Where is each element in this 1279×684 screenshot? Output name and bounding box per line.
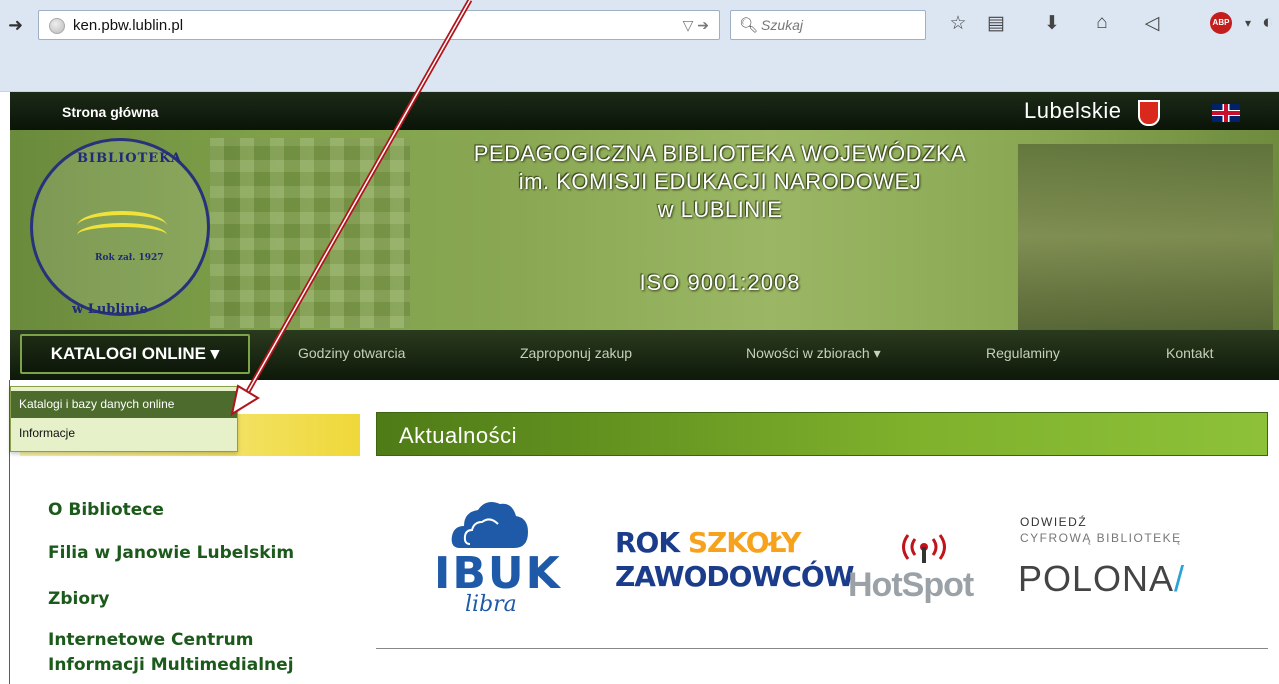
back-arrow-icon[interactable]: ➜ [8,14,30,36]
polona-tagline-1: ODWIEDŹ [1020,515,1088,529]
sync-icon[interactable]: ◐ [1256,12,1279,34]
region-label[interactable]: Lubelskie [1024,98,1121,124]
polona-logo[interactable]: POLONA/ [1018,558,1185,600]
sidebar-link-filia[interactable]: Filia w Janowie Lubelskim [48,543,294,563]
region-shield-icon[interactable] [1138,100,1160,126]
bookmark-star-icon[interactable]: ☆ [946,12,970,35]
search-icon: 🔍︎ [739,17,759,34]
news-section-header: Aktualności [376,412,1268,456]
home-link[interactable]: Strona główna [62,104,158,120]
building-image [210,138,410,328]
globe-icon [49,18,65,34]
news-title: Aktualności [399,423,518,448]
home-icon[interactable]: ⌂ [1090,12,1114,34]
sidebar-link-o-bibliotece[interactable]: O Bibliotece [48,500,164,520]
institution-line-2: im. KOMISJI EDUKACJI NARODOWEJ [518,169,922,194]
main-navigation: KATALOGI ONLINE ▾ Godziny otwarcia Zapro… [10,330,1279,378]
library-seal-logo: BIBLIOTEKA Rok zał. 1927 [30,138,210,316]
reading-room-image [1018,144,1273,330]
uk-flag-icon[interactable] [1212,104,1240,122]
download-icon[interactable]: ⬇ [1040,12,1064,35]
polona-tagline-2: CYFROWĄ BIBLIOTEKĘ [1020,531,1182,545]
iso-certification: ISO 9001:2008 [639,270,801,295]
szkoly-text: SZKOŁY [687,526,802,559]
nav-nowosci[interactable]: Nowości w zbiorach ▾ [746,345,881,362]
sidebar-link-icim-1[interactable]: Internetowe Centrum [48,630,254,650]
banner: BIBLIOTEKA Rok zał. 1927 w Lublinie PEDA… [10,130,1279,330]
ibuk-libra-text[interactable]: libra [465,592,517,617]
nav-katalogi-online[interactable]: KATALOGI ONLINE ▾ [20,334,250,374]
institution-line-3: w LUBLINIE [657,197,783,222]
url-text[interactable]: ken.pbw.lublin.pl [73,17,183,34]
rok-text: ROK [615,526,688,559]
institution-name: PEDAGOGICZNA BIBLIOTEKA WOJEWÓDZKA im. K… [410,140,1030,224]
sidebar-link-icim-2[interactable]: Informacji Multimedialnej [48,655,294,675]
seal-top-text: BIBLIOTEKA [77,151,183,166]
polona-slash: / [1174,558,1186,599]
sidebar-link-zbiory[interactable]: Zbiory [48,589,109,609]
adblock-icon[interactable]: ABP [1210,12,1232,34]
polona-text: POLONA [1018,558,1175,599]
menu-item-informacje[interactable]: Informacje [11,420,237,447]
nav-kontakt[interactable]: Kontakt [1166,345,1213,361]
seal-city: w Lublinie [72,302,148,317]
rok-szkoly-logo-line2[interactable]: ZAWODOWCÓW [615,560,855,593]
search-placeholder[interactable]: Szukaj [761,17,803,33]
ibuk-cloud-icon [451,502,528,548]
site-header: Strona główna Lubelskie BIBLIOTEKA Rok z… [10,92,1279,380]
divider [376,648,1268,649]
top-strip: Strona główna Lubelskie [10,92,1279,130]
search-field[interactable]: 🔍︎ Szukaj [730,10,926,40]
nav-godziny-otwarcia[interactable]: Godziny otwarcia [298,345,405,361]
open-book-lines [77,223,167,247]
reading-list-icon[interactable]: ▤ [984,12,1008,35]
go-arrow-icon[interactable]: ▽ ➔ [683,17,709,34]
nav-regulaminy[interactable]: Regulaminy [986,345,1060,361]
hotspot-antenna-icon [902,534,946,563]
hotspot-logo[interactable]: HotSpot [848,566,974,605]
menu-item-katalogi-bazy[interactable]: Katalogi i bazy danych online [11,391,237,418]
polona-tagline: ODWIEDŹ CYFROWĄ BIBLIOTEKĘ [1020,514,1182,546]
send-icon[interactable]: ◁ [1140,12,1164,35]
katalogi-dropdown-menu: Katalogi i bazy danych online Informacje [10,386,238,452]
address-bar[interactable]: ken.pbw.lublin.pl ▽ ➔ [38,10,720,40]
browser-toolbar: ➜ ken.pbw.lublin.pl ▽ ➔ 🔍︎ Szukaj ☆ ▤ ⬇ … [0,0,1279,92]
institution-line-1: PEDAGOGICZNA BIBLIOTEKA WOJEWÓDZKA [473,141,967,166]
rok-szkoly-logo-line1[interactable]: ROK SZKOŁY [615,526,802,559]
seal-year: Rok zał. 1927 [95,253,164,263]
nav-zaproponuj-zakup[interactable]: Zaproponuj zakup [520,345,632,361]
